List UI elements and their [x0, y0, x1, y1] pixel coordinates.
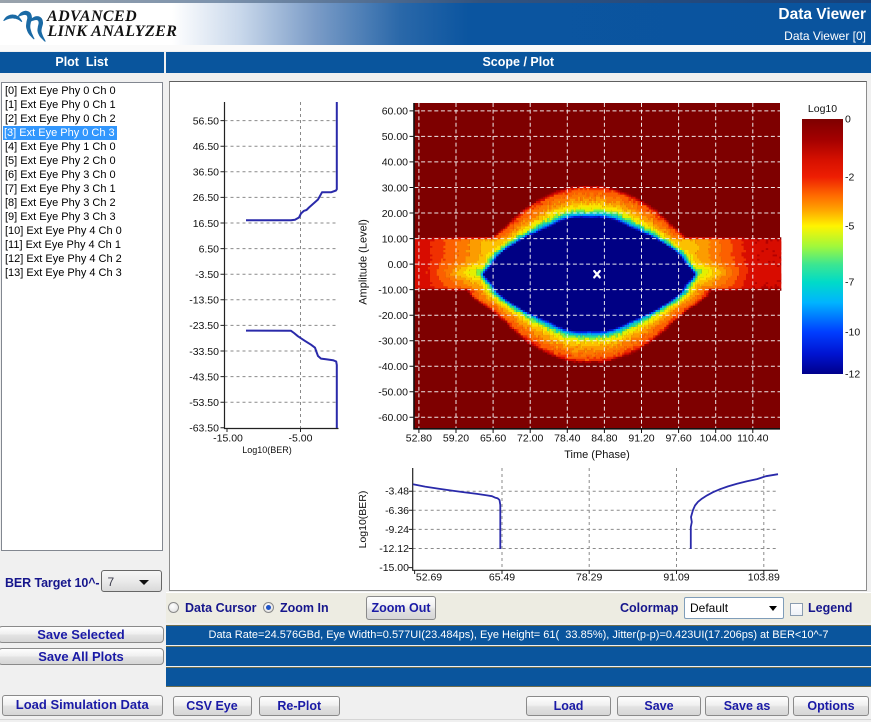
svg-text:10.00: 10.00: [382, 233, 408, 245]
svg-text:Log10(BER): Log10(BER): [242, 445, 292, 455]
svg-text:91.20: 91.20: [628, 433, 654, 445]
svg-text:104.00: 104.00: [700, 433, 732, 445]
svg-text:-2: -2: [845, 172, 854, 184]
svg-text:-10: -10: [845, 327, 860, 339]
svg-text:-13.50: -13.50: [189, 295, 219, 307]
svg-text:65.60: 65.60: [480, 433, 506, 445]
svg-text:52.69: 52.69: [416, 572, 442, 584]
svg-text:-40.00: -40.00: [378, 361, 408, 373]
svg-text:Time (Phase): Time (Phase): [564, 449, 630, 461]
svg-text:91.09: 91.09: [663, 572, 689, 584]
svg-text:-6.36: -6.36: [385, 505, 409, 517]
svg-text:-43.50: -43.50: [189, 371, 219, 383]
svg-text:65.49: 65.49: [489, 572, 515, 584]
svg-text:59.20: 59.20: [443, 433, 469, 445]
svg-text:-10.00: -10.00: [378, 284, 408, 296]
svg-text:20.00: 20.00: [382, 208, 408, 220]
svg-text:-23.50: -23.50: [189, 320, 219, 332]
svg-text:16.50: 16.50: [193, 218, 219, 230]
svg-text:26.50: 26.50: [193, 192, 219, 204]
svg-text:110.40: 110.40: [737, 433, 768, 445]
svg-text:78.29: 78.29: [576, 572, 602, 584]
svg-text:72.00: 72.00: [517, 433, 543, 445]
svg-text:Amplitude (Level): Amplitude (Level): [358, 219, 370, 305]
svg-text:-9.24: -9.24: [385, 524, 409, 536]
svg-text:0: 0: [845, 114, 851, 126]
svg-text:0.00: 0.00: [388, 259, 409, 271]
svg-text:60.00: 60.00: [382, 106, 408, 118]
svg-text:-15.00: -15.00: [213, 433, 243, 445]
svg-text:-3.48: -3.48: [385, 486, 409, 498]
svg-text:84.80: 84.80: [591, 433, 617, 445]
svg-text:50.00: 50.00: [382, 131, 408, 143]
svg-text:78.40: 78.40: [554, 433, 580, 445]
svg-text:103.89: 103.89: [748, 572, 780, 584]
svg-text:-5: -5: [845, 221, 854, 233]
svg-text:-3.50: -3.50: [195, 269, 219, 281]
svg-text:52.80: 52.80: [406, 433, 432, 445]
svg-text:30.00: 30.00: [382, 182, 408, 194]
svg-text:-53.50: -53.50: [189, 397, 219, 409]
svg-text:Log10(BER): Log10(BER): [357, 491, 369, 549]
svg-text:36.50: 36.50: [193, 167, 219, 179]
svg-text:-30.00: -30.00: [378, 336, 408, 348]
svg-text:-5.00: -5.00: [289, 433, 313, 445]
svg-text:46.50: 46.50: [193, 141, 219, 153]
svg-text:-33.50: -33.50: [189, 346, 219, 358]
svg-text:97.60: 97.60: [665, 433, 691, 445]
svg-text:6.50: 6.50: [199, 243, 220, 255]
svg-text:56.50: 56.50: [193, 115, 219, 127]
svg-text:-20.00: -20.00: [378, 310, 408, 322]
svg-text:-60.00: -60.00: [378, 412, 408, 424]
svg-text:-12.12: -12.12: [379, 543, 409, 555]
svg-text:-7: -7: [845, 277, 854, 289]
svg-text:-15.00: -15.00: [379, 562, 409, 574]
svg-text:-12: -12: [845, 369, 860, 381]
svg-text:Log10: Log10: [808, 103, 837, 115]
svg-text:-50.00: -50.00: [378, 387, 408, 399]
svg-text:40.00: 40.00: [382, 157, 408, 169]
